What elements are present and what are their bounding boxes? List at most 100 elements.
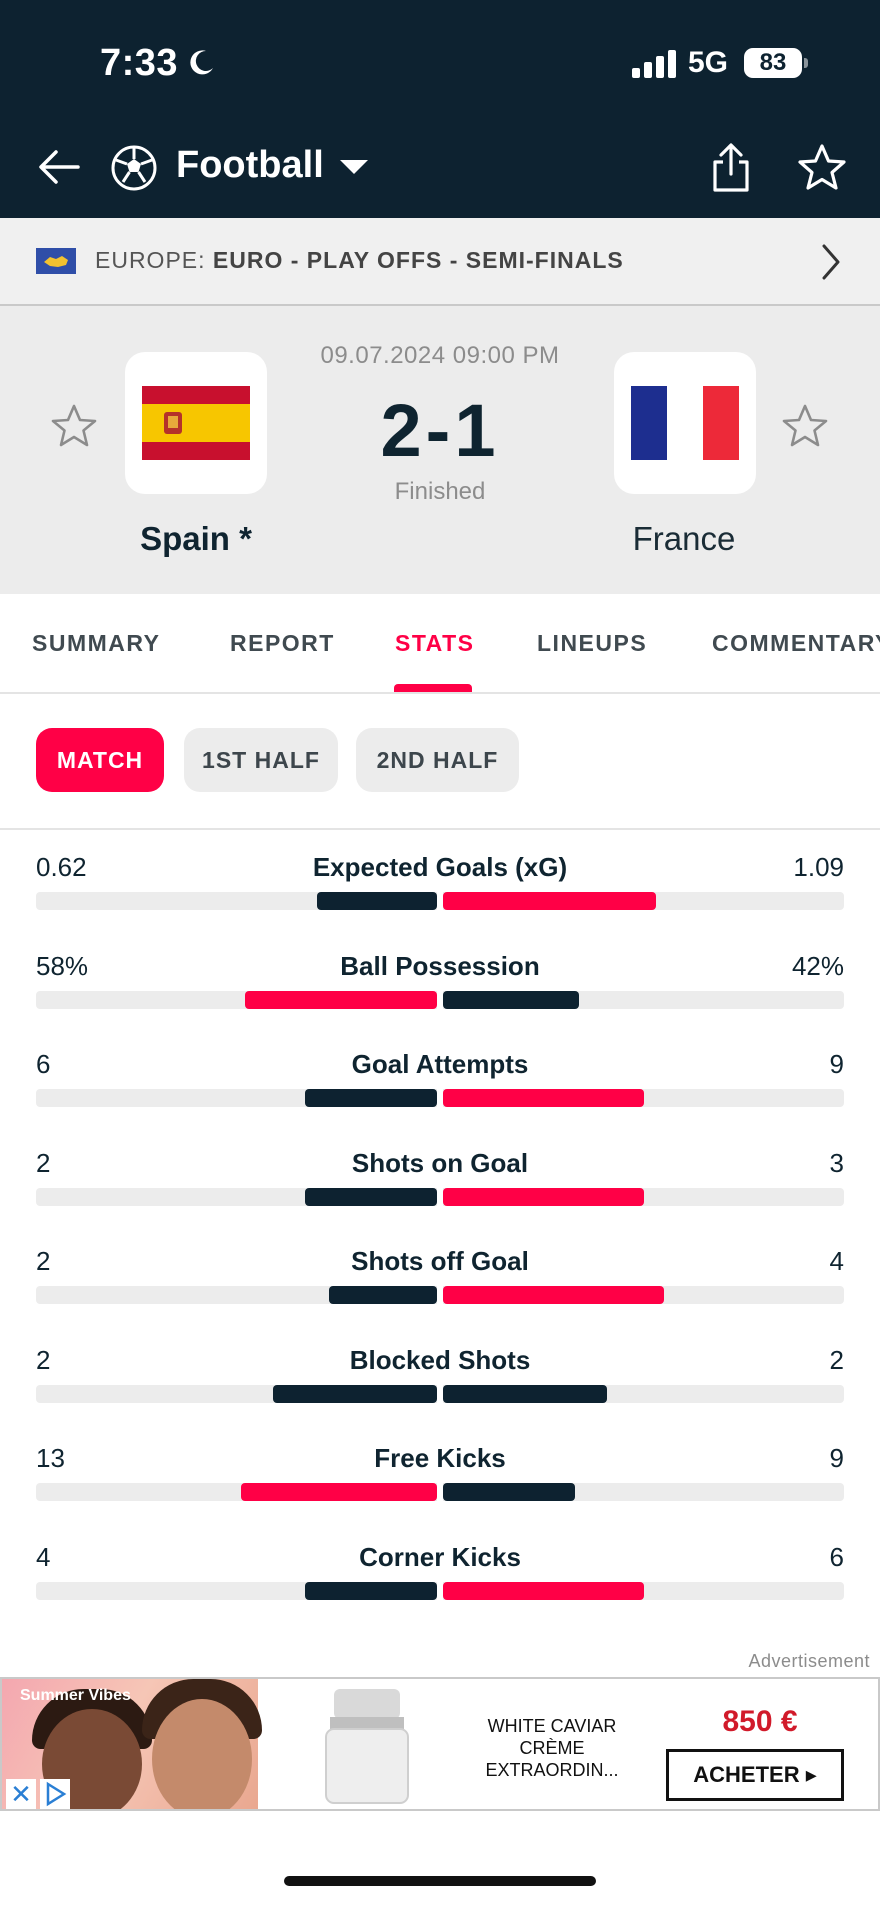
stat-home-track xyxy=(36,1286,437,1304)
moon-icon xyxy=(190,50,213,75)
stat-label: Ball Possession xyxy=(340,950,540,981)
match-tabs: SUMMARY REPORT STATS LINEUPS COMMENTARY xyxy=(0,594,880,694)
stat-away-track xyxy=(443,1089,844,1107)
stat-row: 2 Shots off Goal 4 xyxy=(0,1226,880,1325)
stat-row: 0.62 Expected Goals (xG) 1.09 xyxy=(0,832,880,931)
stat-row: 6 Goal Attempts 9 xyxy=(0,1029,880,1128)
europe-flag-icon xyxy=(36,248,76,274)
league-competition: EURO - PLAY OFFS - SEMI-FINALS xyxy=(212,247,624,273)
france-flag-icon xyxy=(631,386,739,460)
stat-home-bar xyxy=(245,990,437,1009)
league-region: EUROPE: xyxy=(95,247,206,273)
stat-label: Free Kicks xyxy=(374,1443,506,1473)
favorite-away-star-icon[interactable] xyxy=(781,402,829,450)
stat-home-track xyxy=(36,1483,437,1501)
stat-home-bar xyxy=(305,1187,437,1206)
stat-row: 4 Corner Kicks 6 xyxy=(0,1522,880,1621)
stat-label: Shots on Goal xyxy=(351,1147,529,1178)
stat-home-track xyxy=(36,1384,437,1403)
signal-icon xyxy=(632,50,676,78)
stat-home-bar xyxy=(305,1581,437,1600)
stat-row: 2 Blocked Shots 2 xyxy=(0,1325,880,1424)
app-header: 7:33 5G 83 Football xyxy=(0,0,880,218)
tab-report[interactable]: REPORT xyxy=(230,630,335,657)
stat-away-track xyxy=(443,1286,844,1304)
stat-home-bar xyxy=(329,1286,437,1304)
stats-list: 0.62 Expected Goals (xG) 1.09 58% Ball Posse… xyxy=(0,832,880,1620)
share-icon[interactable] xyxy=(706,142,756,194)
stat-home-track xyxy=(36,1089,437,1107)
stat-away-track xyxy=(443,892,844,910)
product-jar-icon[interactable] xyxy=(320,1689,414,1805)
advertisement-banner[interactable]: Summer Vibes ✕ WHITE CAVIAR CRÈME EXTRAO… xyxy=(0,1677,880,1811)
filter-2nd-half[interactable]: 2ND HALF xyxy=(356,728,519,792)
stat-home-bar xyxy=(317,892,437,910)
stat-away-value: 4 xyxy=(829,1246,844,1276)
stat-away-track xyxy=(443,1483,844,1501)
ad-photo-title: Summer Vibes xyxy=(20,1687,131,1704)
stat-label: Expected Goals (xG) xyxy=(312,852,568,882)
stat-away-value: 42% xyxy=(791,950,844,981)
sport-title[interactable]: Football xyxy=(176,144,324,187)
back-arrow-icon[interactable] xyxy=(34,142,84,192)
tab-lineups[interactable]: LINEUPS xyxy=(537,630,647,657)
stat-row: 2 Shots on Goal 3 xyxy=(0,1128,880,1227)
tab-commentary[interactable]: COMMENTARY xyxy=(712,630,880,657)
stat-away-bar xyxy=(443,1286,664,1304)
football-icon[interactable] xyxy=(110,144,158,192)
ad-close-icon[interactable]: ✕ xyxy=(6,1779,36,1809)
filter-1st-half[interactable]: 1ST HALF xyxy=(184,728,338,792)
tab-summary[interactable]: SUMMARY xyxy=(32,630,160,657)
stat-away-track xyxy=(443,990,844,1009)
stat-home-track xyxy=(36,990,437,1009)
ad-choices-icon[interactable] xyxy=(40,1779,70,1809)
ad-buy-button[interactable]: ACHETER ▸ xyxy=(666,1749,844,1801)
network-label: 5G xyxy=(688,46,729,79)
stat-away-bar xyxy=(443,892,656,910)
stat-away-value: 9 xyxy=(829,1443,844,1473)
away-team-name[interactable]: France xyxy=(564,520,804,558)
stat-label: Corner Kicks xyxy=(359,1541,521,1572)
stat-away-bar xyxy=(443,990,579,1009)
ad-label: Advertisement xyxy=(748,1651,870,1671)
stat-row: 13 Free Kicks 9 xyxy=(0,1423,880,1522)
stat-away-bar xyxy=(443,1483,575,1501)
stat-home-bar xyxy=(305,1089,437,1107)
stat-away-track xyxy=(443,1187,844,1206)
filter-match[interactable]: MATCH xyxy=(36,728,164,792)
chevron-down-icon[interactable] xyxy=(340,160,368,176)
stat-home-bar xyxy=(241,1483,437,1501)
stat-away-value: 1.09 xyxy=(793,852,844,882)
ad-price: 850 € xyxy=(722,1705,798,1738)
status-time: 7:33 xyxy=(100,42,179,84)
stat-away-bar xyxy=(443,1089,644,1107)
active-tab-indicator xyxy=(394,684,472,692)
match-header: 09.07.2024 09:00 PM 2-1 Finished Spain *… xyxy=(0,306,880,594)
stat-label: Blocked Shots xyxy=(349,1344,531,1375)
chevron-right-icon[interactable] xyxy=(820,242,842,282)
home-team-name[interactable]: Spain * xyxy=(76,520,316,558)
stat-label: Shots off Goal xyxy=(351,1246,529,1276)
tab-stats[interactable]: STATS xyxy=(395,630,474,657)
home-indicator[interactable] xyxy=(284,1876,596,1886)
away-team-logo[interactable] xyxy=(614,352,756,494)
stat-home-track xyxy=(36,1581,437,1600)
stat-away-track xyxy=(443,1384,844,1403)
stat-away-value: 6 xyxy=(829,1541,844,1572)
league-name: EUROPE: EURO - PLAY OFFS - SEMI-FINALS xyxy=(95,247,624,274)
stat-home-track xyxy=(36,892,437,910)
stat-label: Goal Attempts xyxy=(351,1049,529,1079)
stat-home-bar xyxy=(273,1384,437,1403)
stat-row: 58% Ball Possession 42% xyxy=(0,931,880,1030)
stat-home-track xyxy=(36,1187,437,1206)
stat-away-bar xyxy=(443,1581,644,1600)
stat-away-value: 2 xyxy=(829,1344,844,1375)
stat-away-value: 3 xyxy=(829,1147,844,1178)
league-bar[interactable]: EUROPE: EURO - PLAY OFFS - SEMI-FINALS xyxy=(0,218,880,306)
stat-away-track xyxy=(443,1581,844,1600)
battery-indicator: 83 xyxy=(744,48,808,78)
favorite-star-icon[interactable] xyxy=(796,142,848,194)
period-filter: MATCH 1ST HALF 2ND HALF xyxy=(0,696,880,830)
stat-away-bar xyxy=(443,1384,607,1403)
ad-photo-shape xyxy=(152,1699,252,1809)
